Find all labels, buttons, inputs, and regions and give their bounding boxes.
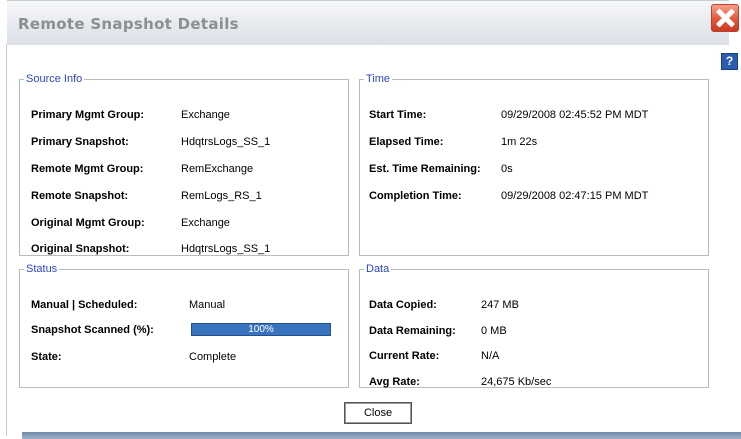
dialog-left-border	[6, 44, 7, 436]
data-copied-label: Data Copied:	[369, 299, 437, 311]
current-rate-value: N/A	[481, 350, 500, 362]
est-time-remaining-value: 0s	[501, 163, 513, 175]
avg-rate-label: Avg Rate:	[369, 376, 420, 388]
snapshot-scanned-progress-bar: 100%	[191, 323, 331, 336]
completion-time-value: 09/29/2008 02:47:15 PM MDT	[501, 190, 649, 202]
avg-rate-value: 24,675 Kb/sec	[481, 376, 552, 388]
snapshot-scanned-label: Snapshot Scanned (%):	[31, 324, 154, 336]
data-copied-value: 247 MB	[481, 299, 519, 311]
close-button[interactable]: Close	[344, 402, 412, 424]
original-mgmt-group-value: Exchange	[181, 217, 230, 229]
start-time-label: Start Time:	[369, 109, 427, 121]
manual-scheduled-label: Manual | Scheduled:	[31, 299, 138, 311]
data-legend: Data	[366, 263, 390, 275]
data-remaining-label: Data Remaining:	[369, 325, 456, 337]
close-icon[interactable]	[711, 4, 739, 32]
current-rate-label: Current Rate:	[369, 350, 440, 362]
primary-snapshot-label: Primary Snapshot:	[31, 136, 129, 148]
start-time-value: 09/29/2008 02:45:52 PM MDT	[501, 109, 649, 121]
est-time-remaining-label: Est. Time Remaining:	[369, 163, 481, 175]
completion-time-label: Completion Time:	[369, 190, 462, 202]
primary-mgmt-group-value: Exchange	[181, 109, 230, 121]
manual-scheduled-value: Manual	[189, 299, 226, 311]
remote-mgmt-group-value: RemExchange	[181, 163, 254, 175]
elapsed-time-label: Elapsed Time:	[369, 136, 444, 148]
status-legend: Status	[26, 263, 58, 275]
time-panel: Time Start Time: 09/29/2008 02:45:52 PM …	[359, 73, 709, 256]
source-info-legend: Source Info	[26, 73, 83, 85]
state-label: State:	[31, 351, 62, 363]
data-remaining-value: 0 MB	[481, 325, 507, 337]
elapsed-time-value: 1m 22s	[501, 136, 538, 148]
original-snapshot-value: HdqtrsLogs_SS_1	[181, 243, 271, 255]
window-bottom-shadow	[22, 432, 741, 439]
dialog-title: Remote Snapshot Details	[18, 15, 239, 33]
original-mgmt-group-label: Original Mgmt Group:	[31, 217, 145, 229]
time-legend: Time	[366, 73, 391, 85]
data-panel: Data Data Copied: 247 MB Data Remaining:…	[359, 263, 709, 388]
source-info-panel: Source Info Primary Mgmt Group: Exchange…	[19, 73, 349, 256]
primary-snapshot-value: HdqtrsLogs_SS_1	[181, 136, 271, 148]
remote-mgmt-group-label: Remote Mgmt Group:	[31, 163, 144, 175]
remote-snapshot-label: Remote Snapshot:	[31, 190, 129, 202]
primary-mgmt-group-label: Primary Mgmt Group:	[31, 109, 145, 121]
title-bar[interactable]: Remote Snapshot Details	[7, 0, 729, 45]
progress-text: 100%	[248, 324, 274, 335]
status-panel: Status Manual | Scheduled: Manual Snapsh…	[19, 263, 349, 388]
remote-snapshot-details-dialog: Remote Snapshot Details ? Source Info Pr…	[0, 0, 741, 436]
original-snapshot-label: Original Snapshot:	[31, 243, 130, 255]
state-value: Complete	[189, 351, 237, 363]
remote-snapshot-value: RemLogs_RS_1	[181, 190, 262, 202]
help-icon[interactable]: ?	[721, 53, 738, 70]
